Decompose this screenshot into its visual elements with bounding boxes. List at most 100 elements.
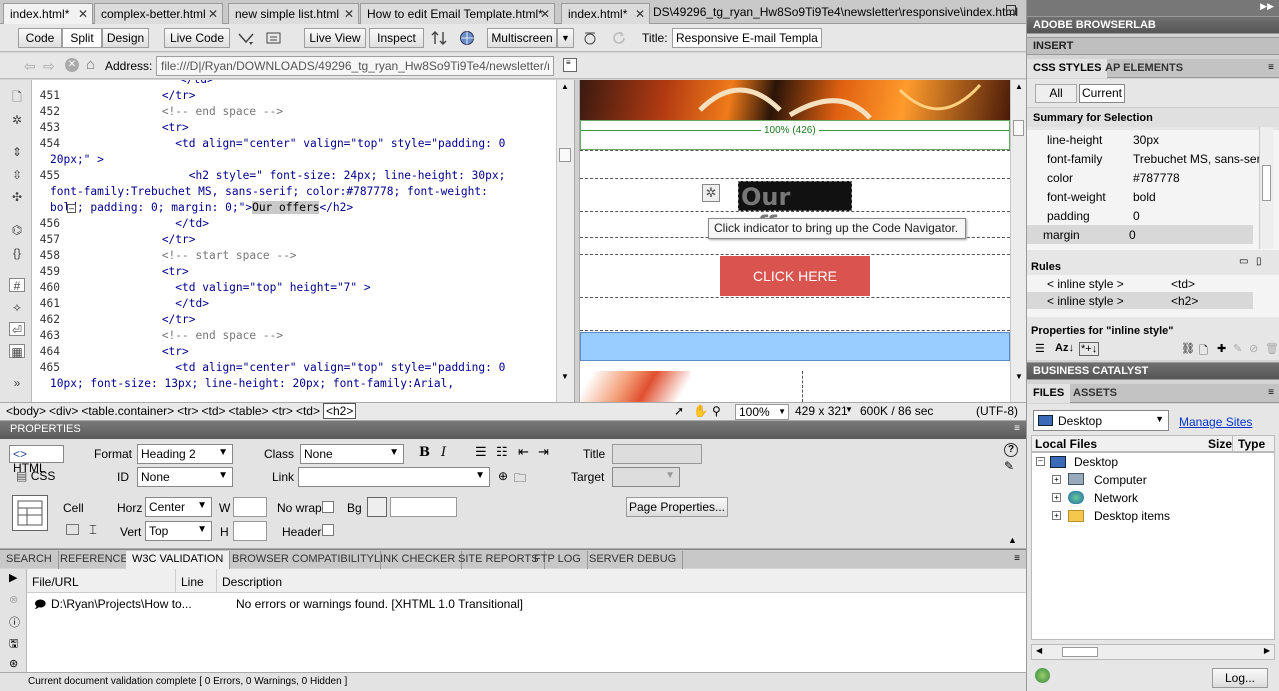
show-code-navigator-icon[interactable]: ✲ bbox=[9, 113, 25, 127]
edit-rule-icon[interactable]: ✎ bbox=[1233, 342, 1242, 355]
browse-folder-icon[interactable]: 🗀 bbox=[514, 469, 526, 490]
doc-tab-index-2[interactable]: index.html* ✕ bbox=[561, 3, 650, 24]
results-tab[interactable]: SEARCH bbox=[0, 551, 59, 569]
panel-options-icon[interactable]: ≡ bbox=[1014, 423, 1020, 434]
browser-preview-globe-icon[interactable] bbox=[459, 30, 477, 46]
class-select[interactable]: None ▼ bbox=[300, 444, 404, 464]
bold-icon[interactable]: B bbox=[419, 445, 430, 460]
design-view[interactable]: 100% (426) ✲ Our offers Click indicator … bbox=[580, 80, 1010, 402]
browse-report-icon[interactable]: ⊛ bbox=[9, 657, 18, 670]
tree-item-computer[interactable]: Computer bbox=[1094, 473, 1147, 487]
doc-tab-how-to-edit[interactable]: How to edit Email Template.html* ✕ bbox=[360, 3, 555, 24]
column-size[interactable]: Size bbox=[1208, 437, 1232, 451]
css-mode-button[interactable]: ▤ CSS bbox=[16, 469, 55, 483]
italic-icon[interactable]: I bbox=[441, 445, 446, 460]
tag-selector-item[interactable]: <div> bbox=[49, 404, 78, 418]
select-tool-icon[interactable]: ➚ bbox=[674, 404, 684, 418]
nowrap-checkbox[interactable] bbox=[322, 501, 334, 513]
line-numbers-icon[interactable]: # bbox=[9, 278, 25, 293]
format-select[interactable]: Heading 2 ▼ bbox=[137, 444, 233, 464]
code-line[interactable]: 20px;" > bbox=[32, 152, 556, 168]
tree-item-network[interactable]: Network bbox=[1094, 491, 1138, 505]
code-line[interactable]: 459 <tr> bbox=[32, 264, 556, 280]
tag-selector-item[interactable]: <td> bbox=[202, 404, 226, 418]
results-tab[interactable]: REFERENCE bbox=[54, 551, 135, 569]
stop-icon[interactable]: ⊗ bbox=[9, 593, 18, 606]
attach-stylesheet-icon[interactable]: ⛓ bbox=[1181, 342, 1195, 355]
split-view-button[interactable]: Split bbox=[62, 28, 102, 48]
category-view-icon[interactable]: ☰ bbox=[1035, 342, 1045, 355]
summary-row[interactable]: font-weight bold bbox=[1031, 187, 1253, 206]
height-input[interactable] bbox=[233, 521, 267, 541]
code-line[interactable]: 10px; font-size: 13px; line-height: 20px… bbox=[32, 376, 556, 392]
quick-tag-editor-icon[interactable]: ✎ bbox=[1004, 459, 1014, 473]
inspect-button[interactable]: Inspect bbox=[369, 28, 424, 48]
stop-icon[interactable]: ✕ bbox=[65, 58, 79, 72]
save-report-icon[interactable]: 🖫 bbox=[9, 635, 18, 654]
scroll-thumb[interactable] bbox=[1262, 165, 1271, 201]
all-mode-button[interactable]: All bbox=[1035, 84, 1077, 103]
code-line[interactable]: 457 </tr> bbox=[32, 232, 556, 248]
target-select[interactable]: ▼ bbox=[612, 467, 680, 487]
vert-select[interactable]: Top ▼ bbox=[145, 521, 212, 541]
collapse-full-tag-icon[interactable]: ⇕ bbox=[9, 145, 25, 159]
scroll-up-icon[interactable]: ▲ bbox=[1015, 82, 1023, 91]
add-property-icon[interactable]: ✚ bbox=[1217, 342, 1226, 355]
word-wrap-icon[interactable]: ⏎ bbox=[9, 322, 25, 337]
code-line[interactable]: 460 <td valign="top" height="7" > bbox=[32, 280, 556, 296]
site-select[interactable]: Desktop ▼ bbox=[1033, 410, 1169, 431]
validate-play-icon[interactable]: ▶ bbox=[9, 571, 17, 584]
scroll-thumb[interactable] bbox=[1013, 120, 1024, 136]
header-checkbox[interactable] bbox=[322, 524, 334, 536]
scroll-thumb[interactable] bbox=[559, 148, 571, 162]
panel-options-icon[interactable]: ≡ bbox=[1268, 62, 1274, 73]
doc-tab-new-simple-list[interactable]: new simple list.html ✕ bbox=[228, 3, 359, 24]
code-line[interactable]: 461 </td> bbox=[32, 296, 556, 312]
highlight-invalid-code-icon[interactable]: ⟡ bbox=[9, 300, 25, 314]
link-input[interactable]: ▼ bbox=[298, 467, 490, 487]
more-info-icon[interactable]: ⓘ bbox=[9, 614, 20, 630]
tag-selector-item[interactable]: <td> bbox=[296, 404, 320, 418]
rule-row[interactable]: < inline style > <td> bbox=[1027, 275, 1253, 292]
bg-color-swatch[interactable] bbox=[367, 497, 387, 517]
html-mode-button[interactable]: <> HTML bbox=[9, 445, 64, 475]
help-icon[interactable]: ? bbox=[1004, 443, 1018, 457]
design-scrollbar[interactable]: ▲ ▼ bbox=[1010, 80, 1026, 402]
home-icon[interactable]: ⌂ bbox=[86, 56, 95, 73]
doc-tab-index[interactable]: index.html* ✕ bbox=[3, 3, 93, 25]
site-status-globe-icon[interactable] bbox=[1035, 668, 1050, 683]
browser-navigation-options-icon[interactable]: ≡ bbox=[563, 58, 577, 72]
refresh-icon[interactable] bbox=[611, 30, 629, 46]
tree-item-desktop[interactable]: Desktop bbox=[1074, 455, 1118, 469]
code-line[interactable]: 463 <!-- end space --> bbox=[32, 328, 556, 344]
business-catalyst-header[interactable]: BUSINESS CATALYST bbox=[1027, 362, 1279, 380]
live-view-button[interactable]: Live View bbox=[304, 28, 366, 48]
show-rule-info-icon[interactable]: ▯ bbox=[1256, 256, 1262, 267]
disable-property-icon[interactable]: ⊘ bbox=[1249, 342, 1258, 355]
alpha-sort-icon[interactable]: Az↓ bbox=[1055, 342, 1074, 354]
code-view-button[interactable]: Code bbox=[18, 28, 62, 48]
inspect-arrow-icon[interactable] bbox=[237, 30, 255, 46]
summary-row[interactable]: margin 0 bbox=[1027, 225, 1253, 244]
tab-assets[interactable]: ASSETS bbox=[1065, 384, 1125, 403]
summary-row[interactable]: line-height 30px bbox=[1031, 130, 1253, 149]
multiscreen-button[interactable]: Multiscreen bbox=[487, 28, 557, 48]
merge-cells-icon[interactable] bbox=[66, 524, 79, 535]
delete-rule-icon[interactable]: 🗑 bbox=[1265, 342, 1279, 355]
code-line[interactable]: 456 </td> bbox=[32, 216, 556, 232]
results-tab[interactable]: LINK CHECKER bbox=[368, 551, 463, 569]
close-icon[interactable]: ✕ bbox=[635, 7, 645, 21]
column-local-files[interactable]: Local Files bbox=[1035, 437, 1097, 451]
unordered-list-icon[interactable]: ☰ bbox=[475, 444, 487, 460]
design-view-button[interactable]: Design bbox=[102, 28, 149, 48]
collapse-selection-icon[interactable]: ⇳ bbox=[9, 168, 25, 182]
summary-row[interactable]: padding 0 bbox=[1031, 206, 1253, 225]
balance-braces-icon[interactable]: {} bbox=[9, 246, 25, 260]
expand-toggle-icon[interactable]: + bbox=[1052, 475, 1061, 484]
width-input[interactable] bbox=[233, 497, 267, 517]
results-tab[interactable]: SERVER DEBUG bbox=[583, 551, 684, 569]
code-line[interactable]: 455 <h2 style=" font-size: 24px; line-he… bbox=[32, 168, 556, 184]
back-icon[interactable]: ⇦ bbox=[24, 58, 36, 75]
tab-ap-elements[interactable]: AP ELEMENTS bbox=[1099, 59, 1189, 78]
tab-files[interactable]: FILES bbox=[1027, 384, 1071, 403]
